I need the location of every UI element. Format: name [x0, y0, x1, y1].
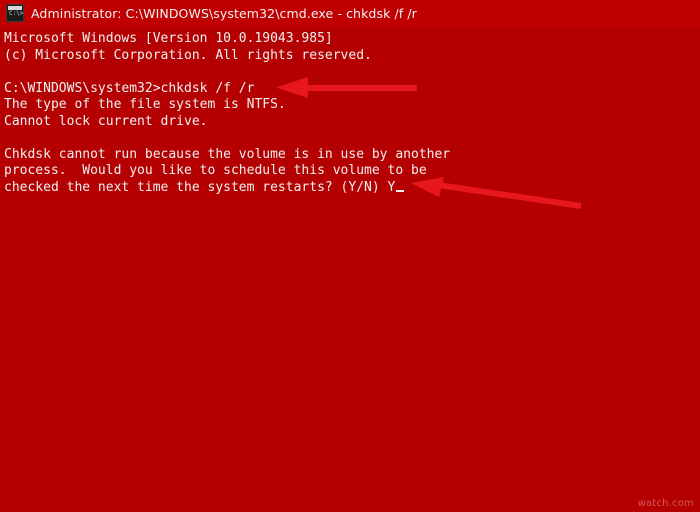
console-line: process. Would you like to schedule this…: [4, 163, 427, 178]
console-line: Chkdsk cannot run because the volume is …: [4, 146, 451, 162]
arrow-to-chkdsk-command: [274, 74, 419, 100]
cmd-icon-prompt-glyph: C:\>: [9, 10, 24, 17]
console-line-text: checked the next time the system restart…: [4, 179, 396, 195]
console-line: Cannot lock current drive.: [4, 113, 208, 129]
console-line: (c) Microsoft Corporation. All rights re…: [4, 47, 372, 63]
text-cursor: [396, 189, 405, 192]
cmd-console-icon: C:\>: [6, 4, 24, 22]
watermark: watch.com: [637, 498, 694, 509]
console-line: Microsoft Windows [Version 10.0.19043.98…: [4, 31, 333, 46]
window-title: Administrator: C:\WINDOWS\system32\cmd.e…: [31, 5, 417, 21]
cmd-window: C:\> Administrator: C:\WINDOWS\system32\…: [0, 0, 700, 512]
console-line-prompt-answer: checked the next time the system restart…: [4, 180, 700, 197]
title-bar[interactable]: C:\> Administrator: C:\WINDOWS\system32\…: [0, 0, 700, 27]
arrow-to-yn-answer: [409, 175, 584, 211]
